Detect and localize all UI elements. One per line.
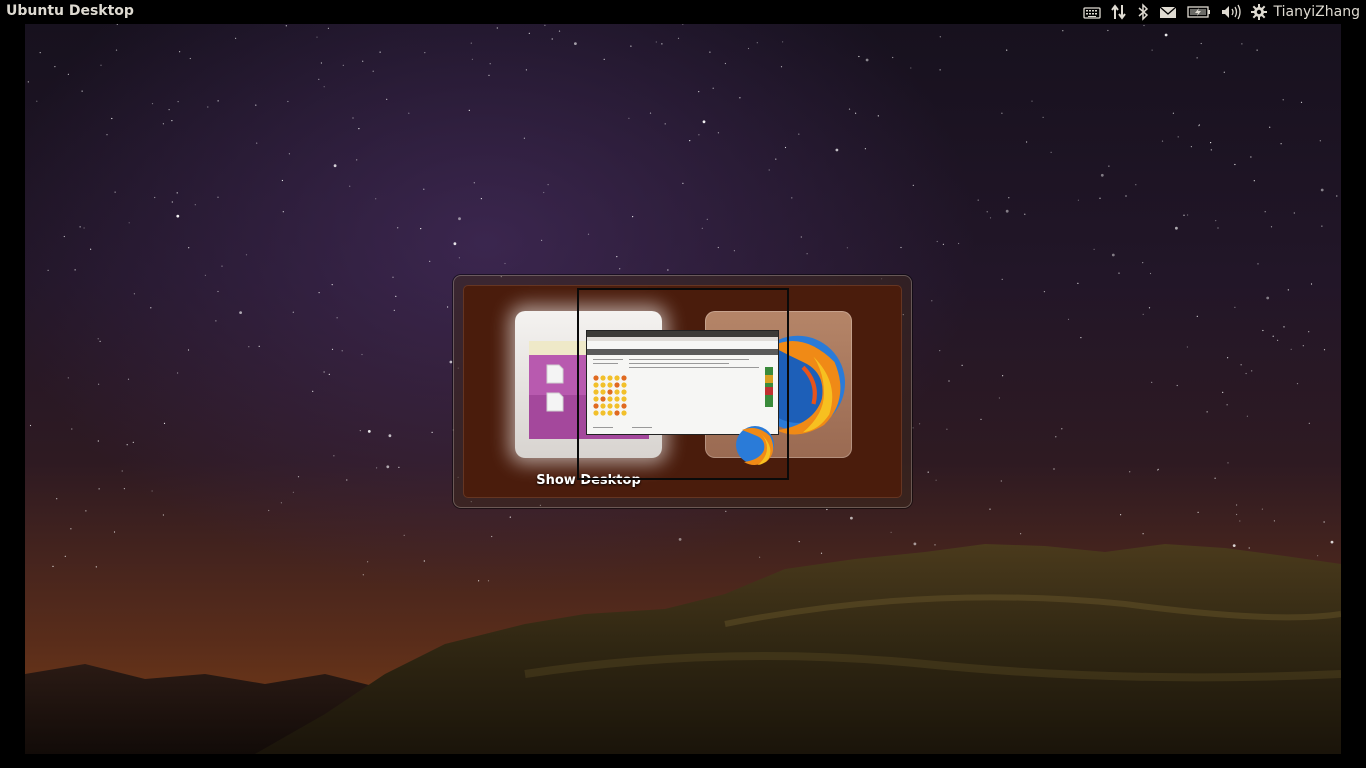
emoji-glyph: [593, 396, 599, 402]
emoji-glyph: [621, 396, 627, 402]
emoji-glyph: [600, 396, 606, 402]
emoji-glyph: [600, 403, 606, 409]
emoji-glyph: [621, 375, 627, 381]
emoji-glyph: [607, 382, 613, 388]
emoji-glyph: [614, 375, 620, 381]
emoji-glyph: [614, 389, 620, 395]
indicator-area: TianyiZhang: [1074, 0, 1360, 24]
emoji-glyph: [600, 389, 606, 395]
bluetooth-icon[interactable]: [1136, 0, 1150, 24]
emoji-glyph: [614, 396, 620, 402]
emoji-glyph: [593, 410, 599, 416]
preview-content: [593, 359, 773, 428]
emoji-glyph: [607, 410, 613, 416]
emoji-glyph: [607, 389, 613, 395]
keyboard-icon[interactable]: [1082, 0, 1102, 24]
emoji-glyph: [621, 389, 627, 395]
emoji-glyph: [621, 403, 627, 409]
emoji-glyph: [600, 382, 606, 388]
emoji-glyph: [593, 375, 599, 381]
battery-icon[interactable]: [1186, 0, 1212, 24]
emoji-glyph: [600, 410, 606, 416]
emoji-glyph: [607, 403, 613, 409]
emoji-glyph: [621, 382, 627, 388]
network-updown-icon[interactable]: [1110, 0, 1128, 24]
gear-icon[interactable]: [1250, 0, 1268, 24]
volume-icon[interactable]: [1220, 0, 1242, 24]
emoji-glyph: [607, 396, 613, 402]
firefox-small-icon: [736, 426, 774, 465]
user-name[interactable]: TianyiZhang: [1274, 4, 1360, 20]
emoji-glyph: [607, 375, 613, 381]
emoji-glyph: [614, 410, 620, 416]
emoji-glyph: [593, 389, 599, 395]
top-panel: Ubuntu Desktop TianyiZhang: [0, 0, 1366, 24]
emoji-glyph: [621, 410, 627, 416]
mail-icon[interactable]: [1158, 0, 1178, 24]
emoji-glyph: [600, 375, 606, 381]
emoji-glyph: [614, 382, 620, 388]
emoji-glyph: [593, 382, 599, 388]
window-preview-thumbnail[interactable]: [587, 331, 778, 434]
emoji-glyph: [614, 403, 620, 409]
window-title: Ubuntu Desktop: [6, 3, 134, 19]
emoji-glyph: [593, 403, 599, 409]
